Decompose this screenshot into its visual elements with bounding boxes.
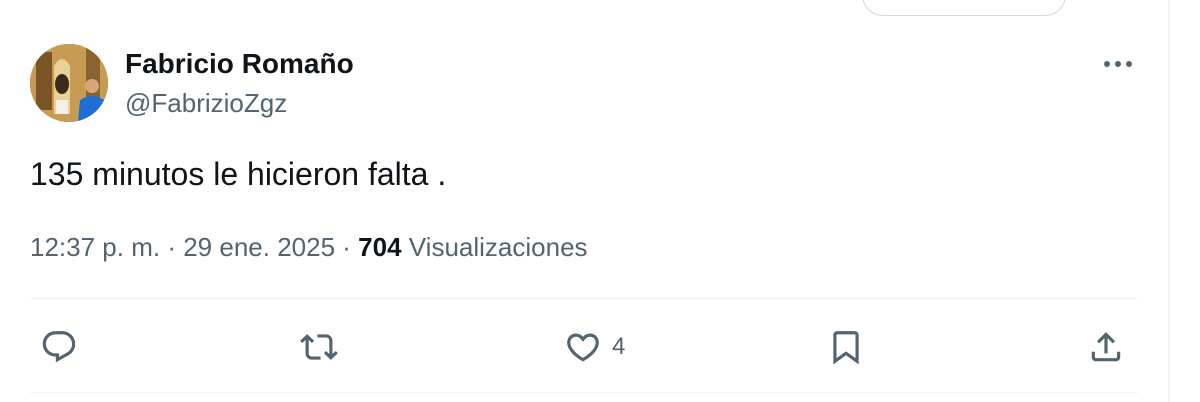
tweet-time[interactable]: 12:37 p. m. <box>30 232 160 262</box>
bottom-divider <box>30 392 1138 393</box>
more-icon <box>1104 61 1132 67</box>
meta-separator: · <box>342 232 351 262</box>
like-count: 4 <box>612 333 626 360</box>
views-count: 704 <box>358 232 402 262</box>
reply-button[interactable] <box>40 326 78 368</box>
column-border <box>1168 0 1170 402</box>
tweet-date[interactable]: 29 ene. 2025 <box>183 232 335 262</box>
retweet-icon <box>300 334 338 360</box>
more-button[interactable] <box>1098 50 1138 78</box>
like-button[interactable]: 4 <box>564 326 625 368</box>
tweet-detail: Fabricio Romaño @FabrizioZgz 135 minutos… <box>0 0 1168 402</box>
reply-icon <box>42 331 76 363</box>
heart-icon <box>567 333 599 362</box>
avatar-photo-icon <box>30 44 108 122</box>
tweet-text: 135 minutos le hicieron falta . <box>30 156 447 192</box>
meta-separator: · <box>167 232 176 262</box>
tweet-meta: 12:37 p. m. · 29 ene. 2025 · 704 Visuali… <box>30 232 588 263</box>
views-label: Visualizaciones <box>408 232 588 262</box>
retweet-button[interactable] <box>300 326 338 368</box>
overflow-mark <box>1096 0 1118 9</box>
display-name[interactable]: Fabricio Romaño <box>125 48 354 80</box>
avatar[interactable] <box>30 44 108 122</box>
share-icon <box>1091 332 1121 362</box>
divider <box>30 298 1138 299</box>
follow-button[interactable] <box>862 0 1066 16</box>
user-handle[interactable]: @FabrizioZgz <box>125 88 287 119</box>
bookmark-icon <box>833 331 859 365</box>
share-button[interactable] <box>1087 326 1125 368</box>
bookmark-button[interactable] <box>827 326 865 368</box>
